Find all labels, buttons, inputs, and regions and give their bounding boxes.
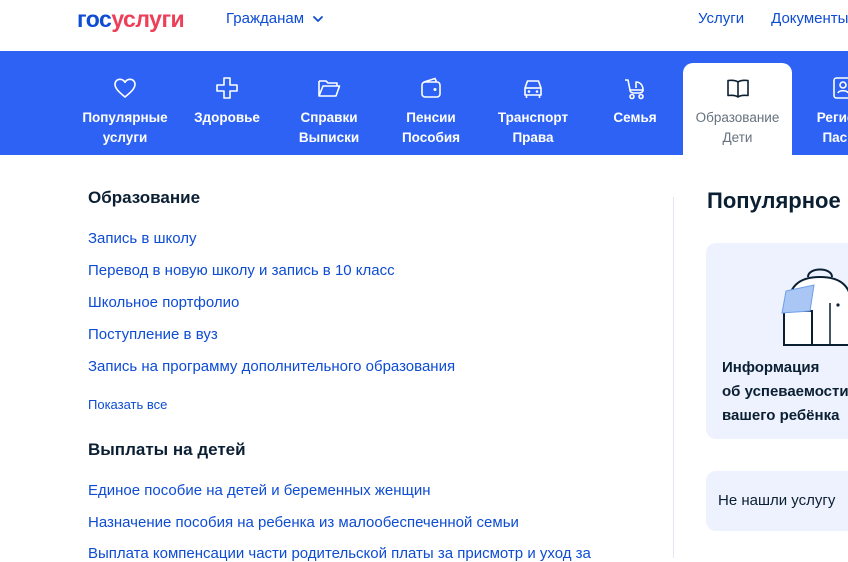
category-certificates[interactable]: Справки Выписки [278,51,380,155]
popular-card-school-performance[interactable]: Информация об успеваемости вашего ребёнк… [706,243,848,439]
category-label: Семья [613,110,657,125]
category-label: Пенсии Пособия [401,110,461,145]
audience-dropdown[interactable]: Гражданам [226,10,324,27]
site-header: госуслуги Гражданам Услуги Документы [0,0,848,51]
category-label: Образование Дети [695,110,780,145]
chevron-down-icon [313,15,323,22]
popular-title: Популярное [707,188,841,213]
gosuslugi-logo[interactable]: госуслуги [77,6,185,33]
category-label: Справки Выписки [298,110,360,145]
folder-icon [315,74,343,102]
link-school-enrollment[interactable]: Запись в школу [88,230,197,247]
not-found-card[interactable]: Не нашли услугу [706,471,848,531]
medical-cross-icon [213,74,241,102]
wallet-icon [417,74,445,102]
popular-card-text: Информация об успеваемости вашего ребёнк… [722,359,848,424]
category-label: Регистр Паспо [816,110,848,145]
category-popular[interactable]: Популярные услуги [74,51,176,155]
heart-icon [111,74,139,102]
category-family[interactable]: Семья [584,51,686,155]
link-university-admission[interactable]: Поступление в вуз [88,326,218,343]
backpack-icon [781,268,848,346]
category-health[interactable]: Здоровье [176,51,278,155]
not-found-text: Не нашли услугу [718,492,836,509]
category-pensions[interactable]: Пенсии Пособия [380,51,482,155]
category-label: Здоровье [194,110,260,125]
show-all-link[interactable]: Показать все [88,397,167,412]
section-title-education: Образование [88,188,201,207]
category-label: Транспорт Права [497,110,569,145]
book-icon [724,74,752,102]
category-education[interactable]: Образование Дети [683,63,792,155]
car-icon [519,74,547,102]
link-school-portfolio[interactable]: Школьное портфолио [88,294,239,311]
link-additional-education[interactable]: Запись на программу дополнительного обра… [88,358,455,375]
category-registration[interactable]: Регистр Паспо [792,51,848,155]
category-label: Популярные услуги [82,110,168,145]
top-nav: Услуги Документы [698,10,848,27]
category-bar: Популярные услуги Здоровье Справки Выпис… [0,51,848,155]
passport-icon [829,74,848,102]
nav-link-documents[interactable]: Документы [771,10,848,27]
link-unified-allowance[interactable]: Единое пособие на детей и беременных жен… [88,482,431,499]
logo-part-gos: гос [77,6,112,32]
audience-label: Гражданам [226,10,305,27]
stroller-icon [621,74,649,102]
section-title-child-payments: Выплаты на детей [88,440,246,459]
link-kindergarten-compensation[interactable]: Выплата компенсации части родительской п… [88,545,591,562]
logo-part-uslugi: услуги [111,6,185,32]
link-school-transfer[interactable]: Перевод в новую школу и запись в 10 клас… [88,262,395,279]
link-low-income-allowance[interactable]: Назначение пособия на ребенка из малообе… [88,514,519,531]
column-divider [673,197,674,558]
nav-link-services[interactable]: Услуги [698,10,744,27]
category-transport[interactable]: Транспорт Права [482,51,584,155]
